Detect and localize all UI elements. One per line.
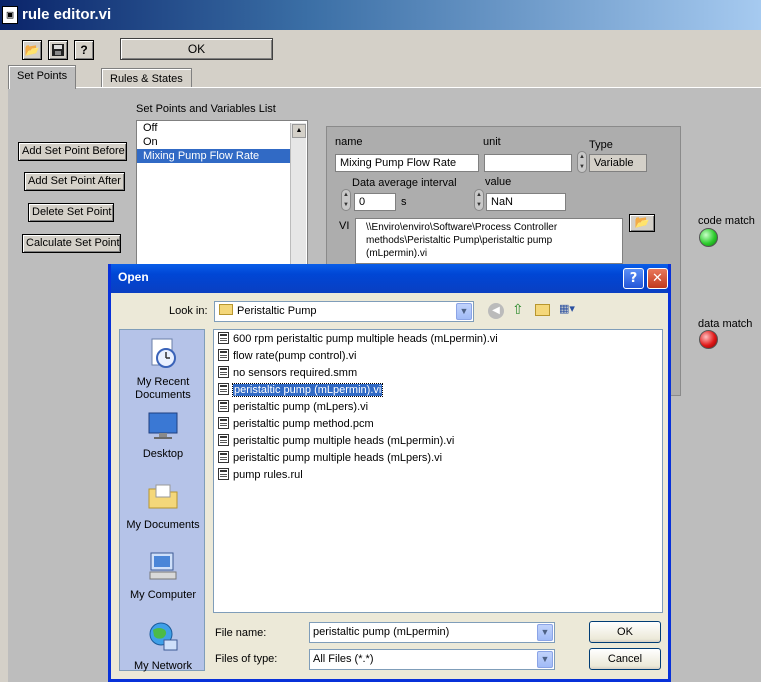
list-item[interactable]: peristaltic pump multiple heads (mLpermi… [218, 434, 454, 451]
vi-icon: ▣ [2, 6, 18, 24]
up-folder-icon[interactable]: ⇧ [512, 301, 524, 318]
value-field[interactable]: NaN [486, 193, 566, 211]
file-icon [218, 451, 229, 464]
new-folder-icon[interactable] [535, 304, 550, 316]
place-my-network[interactable]: My Network [120, 620, 206, 672]
look-in-label: Look in: [169, 305, 208, 317]
value-spinner[interactable]: ▲ ▼ [474, 189, 484, 211]
tab-set-points[interactable]: Set Points [8, 65, 77, 89]
browse-folder-icon[interactable]: 📂 [629, 214, 655, 232]
desktop-icon [148, 412, 178, 439]
setpoints-scrollbar[interactable]: ▲ [290, 123, 306, 267]
add-set-point-after-button[interactable]: Add Set Point After [24, 172, 125, 191]
file-icon [218, 332, 229, 345]
my-documents-icon [148, 484, 178, 509]
window-title: rule editor.vi [22, 6, 112, 23]
dialog-titlebar: Open ? ✕ [111, 264, 668, 293]
files-of-type-select[interactable]: All Files (*.*) ▼ [309, 649, 555, 670]
main-titlebar: ▣ rule editor.vi [0, 0, 761, 30]
open-dialog: Open ? ✕ Look in: Peristaltic Pump ▼ ◀ ⇧… [108, 264, 671, 682]
unit-field[interactable] [484, 154, 572, 172]
interval-spinner[interactable]: ▲ ▼ [341, 189, 351, 211]
vi-label: VI [339, 220, 350, 232]
scroll-up-icon[interactable]: ▲ [292, 124, 306, 138]
open-folder-icon[interactable]: 📂 [22, 40, 42, 60]
setpoints-listbox[interactable]: Off On Mixing Pump Flow Rate [136, 120, 308, 270]
help-button[interactable]: ? [623, 268, 644, 289]
list-item[interactable]: Off [137, 121, 307, 135]
folder-icon [219, 304, 233, 315]
file-icon [218, 366, 229, 379]
type-value: Variable [589, 154, 647, 172]
value-label: value [485, 176, 512, 188]
recent-documents-icon [151, 338, 176, 368]
close-button[interactable]: ✕ [647, 268, 668, 289]
files-of-type-label: Files of type: [215, 653, 278, 665]
my-network-icon [149, 622, 178, 651]
add-set-point-before-button[interactable]: Add Set Point Before [18, 142, 127, 161]
dialog-title: Open [118, 270, 149, 284]
list-item[interactable]: Mixing Pump Flow Rate [137, 149, 290, 163]
file-icon [218, 400, 229, 413]
delete-set-point-button[interactable]: Delete Set Point [28, 203, 114, 222]
unit-label: unit [483, 136, 501, 148]
file-name-input[interactable]: peristaltic pump (mLpermin) ▼ [309, 622, 555, 643]
chevron-down-icon[interactable]: ▼ [537, 651, 553, 668]
place-my-recent-documents[interactable]: My Recent Documents [120, 336, 206, 402]
list-item[interactable]: flow rate(pump control).vi [218, 349, 357, 366]
setpoints-list-label: Set Points and Variables List [136, 103, 276, 115]
look-in-value: Peristaltic Pump [237, 305, 317, 317]
name-field[interactable]: Mixing Pump Flow Rate [335, 154, 479, 172]
place-my-documents[interactable]: My Documents [120, 479, 206, 531]
dialog-cancel-button[interactable]: Cancel [589, 648, 661, 670]
list-item[interactable]: peristaltic pump multiple heads (mLpers)… [218, 451, 442, 468]
data-match-led [699, 330, 718, 349]
interval-unit: s [401, 196, 407, 208]
file-icon [218, 349, 229, 362]
file-list[interactable]: 600 rpm peristaltic pump multiple heads … [213, 329, 663, 613]
places-bar: My Recent Documents Desktop My Documents… [119, 329, 206, 672]
place-desktop[interactable]: Desktop [120, 408, 206, 460]
back-icon[interactable]: ◀ [488, 303, 504, 319]
type-label: Type [589, 139, 613, 151]
file-icon [218, 383, 229, 396]
look-in-combo[interactable]: Peristaltic Pump ▼ [214, 301, 474, 322]
chevron-down-icon[interactable]: ▼ [537, 624, 553, 641]
file-icon [218, 434, 229, 447]
chevron-down-icon[interactable]: ▼ [456, 303, 472, 320]
ok-button[interactable]: OK [120, 38, 273, 60]
code-match-label: code match [698, 215, 755, 227]
list-item[interactable]: pump rules.rul [218, 468, 303, 485]
code-match-led [699, 228, 718, 247]
views-menu-icon[interactable]: ▦▾ [559, 302, 583, 318]
list-item[interactable]: 600 rpm peristaltic pump multiple heads … [218, 332, 498, 349]
data-match-label: data match [698, 318, 753, 330]
list-item[interactable]: peristaltic pump (mLpers).vi [218, 400, 368, 417]
name-label: name [335, 136, 363, 148]
save-icon[interactable] [48, 40, 68, 60]
type-spinner[interactable]: ▲ ▼ [577, 151, 587, 173]
place-my-computer[interactable]: My Computer [120, 549, 206, 601]
list-item[interactable]: On [137, 135, 307, 149]
dialog-ok-button[interactable]: OK [589, 621, 661, 643]
vi-path-field[interactable]: \\Enviro\enviro\Software\Process Control… [355, 218, 623, 264]
file-name-label: File name: [215, 627, 267, 639]
file-icon [218, 468, 229, 481]
list-item[interactable]: no sensors required.smm [218, 366, 357, 383]
file-icon [218, 417, 229, 430]
list-item[interactable]: peristaltic pump method.pcm [218, 417, 374, 434]
list-item[interactable]: peristaltic pump (mLpermin).vi [218, 383, 384, 400]
calculate-set-point-button[interactable]: Calculate Set Point [22, 234, 121, 253]
help-icon[interactable]: ? [74, 40, 94, 60]
my-computer-icon [149, 552, 177, 580]
interval-field[interactable]: 0 [354, 193, 396, 211]
interval-label: Data average interval [352, 177, 457, 189]
